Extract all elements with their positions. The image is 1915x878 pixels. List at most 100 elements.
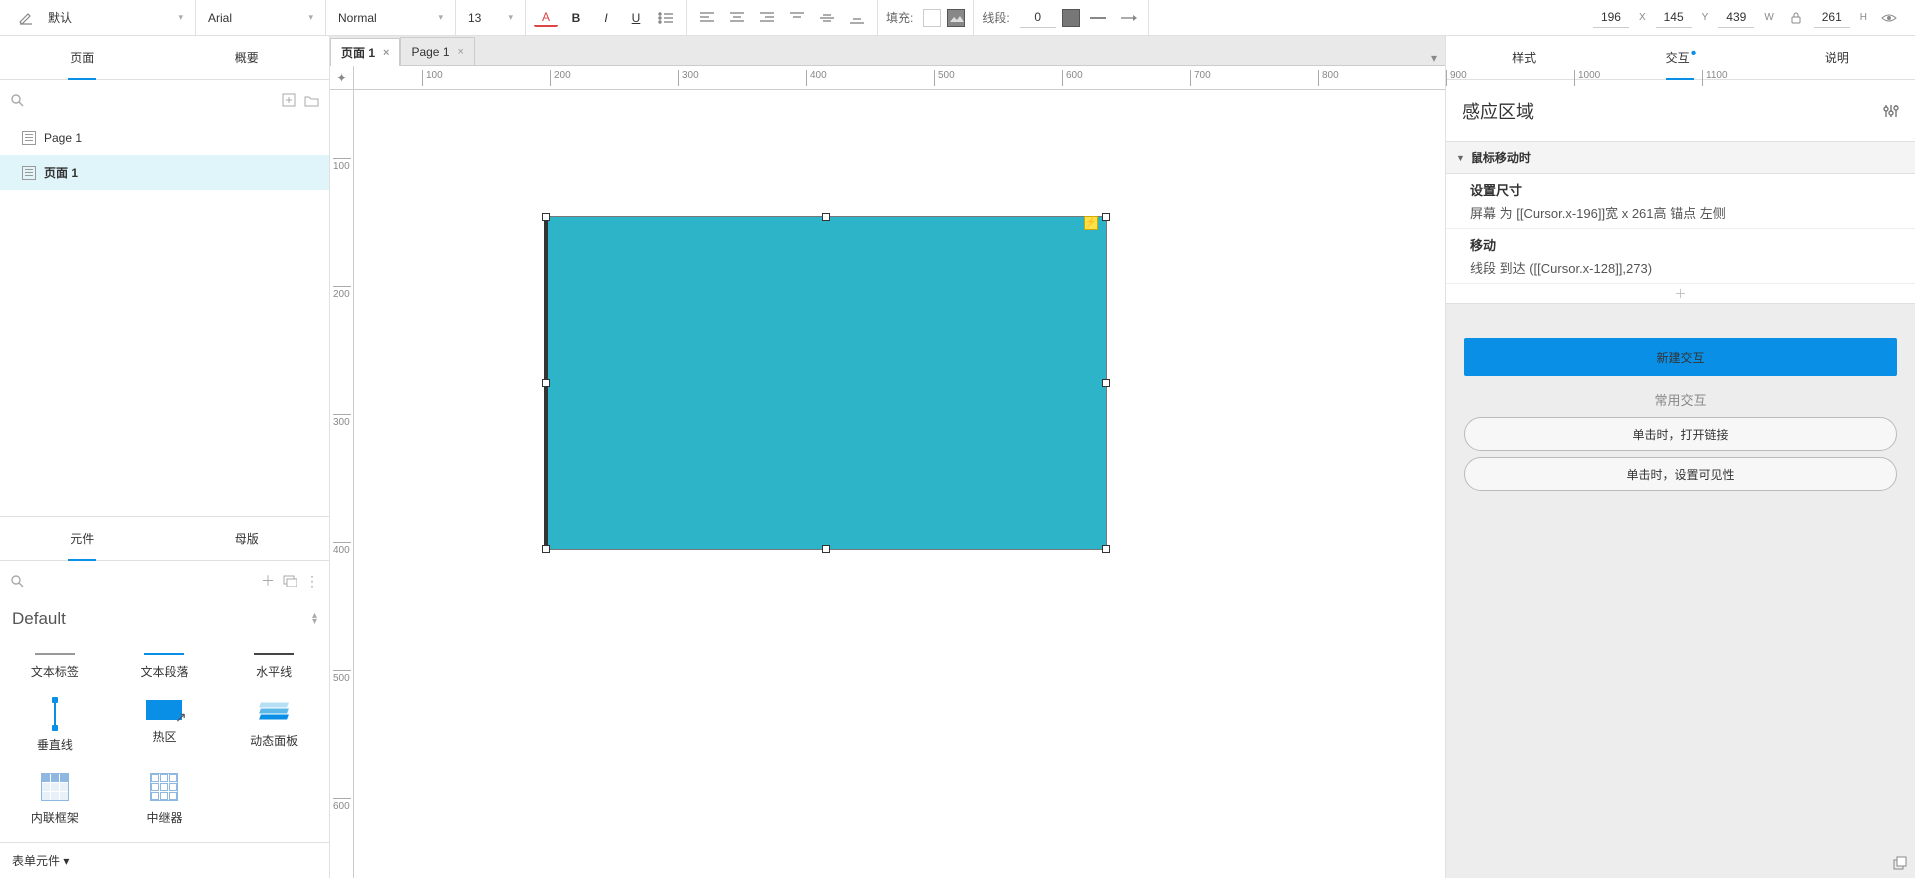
font-weight-select[interactable]: Normal ▾: [334, 9, 447, 27]
size-w-input[interactable]: [1718, 8, 1754, 28]
page-tree: Page 1 页面 1: [0, 120, 329, 516]
restore-panel-icon[interactable]: [1893, 856, 1907, 870]
preset-open-link[interactable]: 单击时，打开链接: [1464, 417, 1897, 451]
widget-repeater[interactable]: 中继器: [110, 763, 220, 836]
widget-text-label[interactable]: 文本标签: [0, 643, 110, 690]
close-icon[interactable]: ×: [383, 47, 389, 59]
tab-pages[interactable]: 页面: [0, 36, 165, 79]
form-widgets-row[interactable]: 表单元件 ▾: [0, 842, 329, 878]
widget-dynamic-panel[interactable]: 动态面板: [219, 690, 329, 763]
preset-set-visibility[interactable]: 单击时，设置可见性: [1464, 457, 1897, 491]
font-size-select[interactable]: 13 ▾: [464, 9, 517, 27]
library-panel: 元件 母版 ＋ ⋮ Default ▴▾: [0, 516, 329, 878]
tab-masters[interactable]: 母版: [165, 517, 330, 560]
right-body: 新建交互 常用交互 单击时，打开链接 单击时，设置可见性: [1446, 304, 1915, 878]
widget-vline[interactable]: 垂直线: [0, 690, 110, 763]
lock-aspect-icon[interactable]: [1784, 6, 1808, 30]
page-search-input[interactable]: [32, 92, 274, 108]
resize-handle-tl[interactable]: [542, 213, 550, 221]
valign-middle-button[interactable]: [815, 6, 839, 30]
page-tab-1[interactable]: 页面 1 ×: [330, 38, 400, 66]
pos-x-input[interactable]: [1593, 8, 1629, 28]
lib-category-header[interactable]: Default ▴▾: [0, 601, 329, 637]
resize-handle-tr[interactable]: [1102, 213, 1110, 221]
edit-style-icon[interactable]: [14, 6, 38, 30]
text-color-button[interactable]: A: [534, 9, 558, 27]
action-move[interactable]: 移动 线段 到达 ([[Cursor.x-128]],273): [1446, 229, 1915, 284]
tab-outline[interactable]: 概要: [165, 36, 330, 79]
resize-handle-tc[interactable]: [822, 213, 830, 221]
page-tab-2[interactable]: Page 1 ×: [400, 37, 474, 65]
resize-handle-mr[interactable]: [1102, 379, 1110, 387]
unit-w: W: [1764, 12, 1773, 23]
font-value: Arial: [208, 11, 232, 25]
italic-button[interactable]: I: [594, 6, 618, 30]
fill-label: 填充:: [886, 9, 913, 26]
tab-components[interactable]: 元件: [0, 517, 165, 560]
ruler-vertical: 100200300400500600: [330, 90, 354, 878]
fill-color-swatch[interactable]: [923, 9, 941, 27]
underline-button[interactable]: U: [624, 6, 648, 30]
valign-top-button[interactable]: [785, 6, 809, 30]
selected-shape[interactable]: ⚡: [545, 216, 1107, 550]
event-header[interactable]: ▼ 鼠标移动时: [1446, 142, 1915, 174]
lib-search-input[interactable]: [32, 573, 253, 589]
preset-label: 单击时，设置可见性: [1626, 466, 1734, 483]
widget-iframe[interactable]: 内联框架: [0, 763, 110, 836]
stroke-width-input[interactable]: [1020, 8, 1056, 28]
page-name: Page 1: [44, 131, 82, 145]
pos-y-input[interactable]: [1656, 8, 1692, 28]
add-page-icon[interactable]: [282, 93, 296, 107]
bullet-list-button[interactable]: [654, 6, 678, 30]
action-set-size[interactable]: 设置尺寸 屏幕 为 [[Cursor.x-196]]宽 x 261高 锚点 左侧: [1446, 174, 1915, 229]
tabs-menu-icon[interactable]: ▾: [1423, 51, 1445, 65]
tree-item-page1-cn[interactable]: 页面 1: [0, 155, 329, 190]
font-family-select[interactable]: Arial ▾: [204, 9, 317, 27]
event-name: 鼠标移动时: [1471, 149, 1531, 166]
widget-text-paragraph[interactable]: 文本段落: [110, 643, 220, 690]
left-upper-tabs: 页面 概要: [0, 36, 329, 80]
resize-handle-bl[interactable]: [542, 545, 550, 553]
tree-item-page1[interactable]: Page 1: [0, 120, 329, 155]
widget-hotzone[interactable]: 热区: [110, 690, 220, 763]
tab-notes[interactable]: 说明: [1759, 36, 1915, 79]
tab-interact[interactable]: 交互•: [1602, 36, 1758, 79]
stroke-color-swatch[interactable]: [1062, 9, 1080, 27]
widget-hline[interactable]: 水平线: [219, 643, 329, 690]
size-h-input[interactable]: [1814, 8, 1850, 28]
resize-handle-bc[interactable]: [822, 545, 830, 553]
style-select[interactable]: 默认 ▾: [44, 7, 187, 28]
add-lib-icon[interactable]: ＋: [261, 571, 275, 591]
canvas[interactable]: ⚡: [354, 90, 1445, 878]
stroke-style-button[interactable]: [1086, 6, 1110, 30]
collapse-icon: ▼: [1456, 153, 1465, 163]
new-interaction-button[interactable]: 新建交互: [1464, 338, 1897, 376]
widget-empty: [219, 763, 329, 836]
ruler-horizontal: 10020030040050060070080090010001100: [354, 66, 1445, 90]
tab-style[interactable]: 样式: [1446, 36, 1602, 79]
bold-button[interactable]: B: [564, 6, 588, 30]
align-center-button[interactable]: [725, 6, 749, 30]
arrow-style-button[interactable]: [1116, 6, 1140, 30]
fill-image-swatch[interactable]: [947, 9, 965, 27]
align-right-button[interactable]: [755, 6, 779, 30]
tab-masters-label: 母版: [235, 530, 259, 547]
close-icon[interactable]: ×: [458, 46, 464, 58]
resize-handle-br[interactable]: [1102, 545, 1110, 553]
lib-more-icon[interactable]: [283, 575, 297, 587]
resize-handle-ml[interactable]: [542, 379, 550, 387]
valign-bottom-button[interactable]: [845, 6, 869, 30]
stroke-label: 线段:: [982, 9, 1009, 26]
canvas-wrap: ✦ 10020030040050060070080090010001100 10…: [330, 66, 1445, 878]
page-tabs: 页面 1 × Page 1 × ▾: [330, 36, 1445, 66]
visibility-icon[interactable]: [1877, 6, 1901, 30]
search-icon: [10, 93, 24, 107]
add-action-line[interactable]: ＋: [1446, 284, 1915, 304]
settings-icon[interactable]: [1883, 103, 1899, 119]
interaction-bolt-icon[interactable]: ⚡: [1084, 216, 1098, 230]
align-left-button[interactable]: [695, 6, 719, 30]
add-folder-icon[interactable]: [304, 94, 319, 107]
tab-interact-label: 交互: [1666, 49, 1690, 66]
lib-menu-icon[interactable]: ⋮: [305, 573, 319, 590]
ruler-corner[interactable]: ✦: [330, 66, 354, 90]
